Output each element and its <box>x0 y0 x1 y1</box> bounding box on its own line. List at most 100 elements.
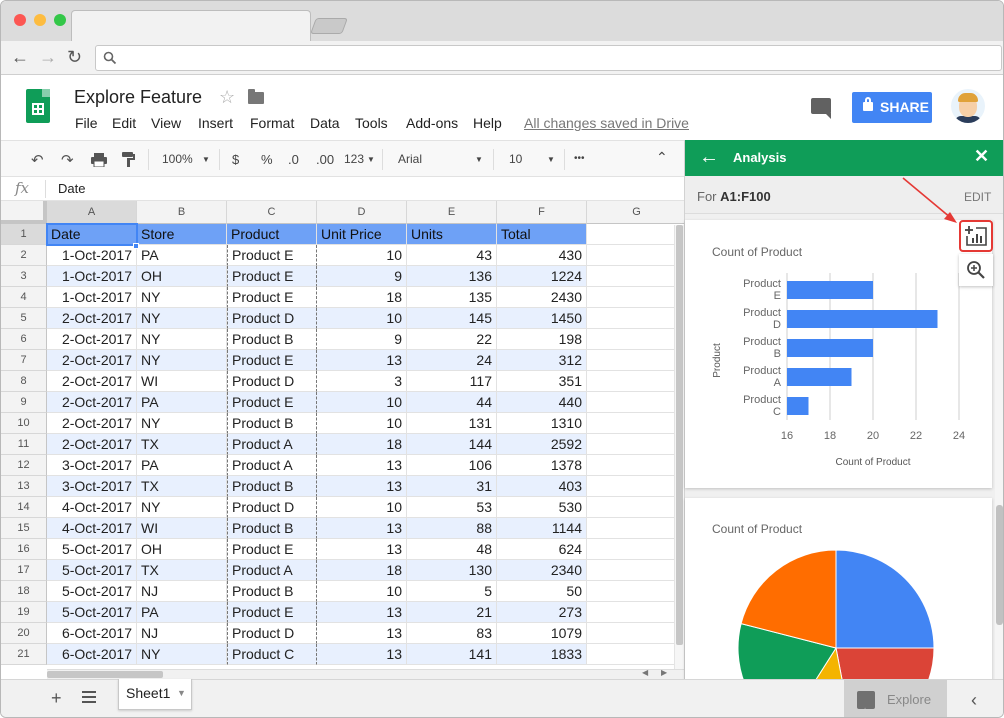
table-cell[interactable]: 3-Oct-2017 <box>47 455 137 476</box>
table-cell[interactable]: 2-Oct-2017 <box>47 308 137 329</box>
table-cell[interactable]: Product B <box>227 329 317 350</box>
table-cell[interactable]: 6-Oct-2017 <box>47 623 137 644</box>
table-cell[interactable]: 13 <box>317 602 407 623</box>
document-title[interactable]: Explore Feature <box>74 87 202 108</box>
table-cell[interactable] <box>587 413 684 434</box>
table-cell[interactable]: 141 <box>407 644 497 665</box>
forward-arrow-icon[interactable]: → <box>39 47 57 67</box>
table-cell[interactable]: NY <box>137 308 227 329</box>
table-cell[interactable]: 1450 <box>497 308 587 329</box>
table-cell[interactable] <box>587 266 684 287</box>
sheets-logo-icon[interactable] <box>26 89 50 123</box>
column-header[interactable]: B <box>137 201 227 224</box>
table-cell[interactable]: 2592 <box>497 434 587 455</box>
table-cell[interactable] <box>587 560 684 581</box>
table-cell[interactable]: 145 <box>407 308 497 329</box>
table-cell[interactable]: 10 <box>317 245 407 266</box>
table-cell[interactable]: NJ <box>137 623 227 644</box>
share-button[interactable]: SHARE <box>852 92 932 123</box>
table-cell[interactable]: 13 <box>317 518 407 539</box>
table-cell[interactable]: 2-Oct-2017 <box>47 434 137 455</box>
collapse-toolbar-icon[interactable]: ⌃ <box>656 149 668 166</box>
formula-input[interactable]: Date <box>58 181 85 196</box>
more-formats-caret-icon[interactable]: ▼ <box>367 155 375 164</box>
column-header[interactable]: D <box>317 201 407 224</box>
table-cell[interactable]: PA <box>137 455 227 476</box>
header-cell[interactable]: Total <box>497 224 587 245</box>
table-cell[interactable]: 2-Oct-2017 <box>47 392 137 413</box>
menu-view[interactable]: View <box>151 115 181 131</box>
row-header[interactable]: 10 <box>1 413 47 434</box>
table-cell[interactable]: 1-Oct-2017 <box>47 287 137 308</box>
table-cell[interactable]: 1144 <box>497 518 587 539</box>
table-cell[interactable]: 13 <box>317 644 407 665</box>
more-toolbar-button[interactable]: ••• <box>574 153 585 164</box>
table-cell[interactable] <box>587 602 684 623</box>
new-tab-button[interactable] <box>310 18 348 34</box>
table-cell[interactable]: 106 <box>407 455 497 476</box>
table-cell[interactable]: 88 <box>407 518 497 539</box>
table-cell[interactable]: PA <box>137 245 227 266</box>
header-cell[interactable] <box>587 224 684 245</box>
insert-chart-button[interactable] <box>959 220 993 252</box>
address-bar[interactable] <box>95 45 1002 71</box>
table-cell[interactable]: Product E <box>227 245 317 266</box>
row-header[interactable]: 16 <box>1 539 47 560</box>
table-cell[interactable]: 351 <box>497 371 587 392</box>
table-cell[interactable]: 624 <box>497 539 587 560</box>
table-cell[interactable]: Product A <box>227 455 317 476</box>
table-cell[interactable]: 131 <box>407 413 497 434</box>
table-cell[interactable]: 18 <box>317 560 407 581</box>
table-cell[interactable]: 9 <box>317 266 407 287</box>
row-header[interactable]: 12 <box>1 455 47 476</box>
table-cell[interactable]: 4-Oct-2017 <box>47 518 137 539</box>
row-header[interactable]: 15 <box>1 518 47 539</box>
table-cell[interactable]: 3-Oct-2017 <box>47 476 137 497</box>
print-icon[interactable] <box>91 153 107 167</box>
table-cell[interactable]: 50 <box>497 581 587 602</box>
table-cell[interactable]: NY <box>137 287 227 308</box>
table-cell[interactable]: OH <box>137 266 227 287</box>
row-header[interactable]: 14 <box>1 497 47 518</box>
header-cell[interactable]: Unit Price <box>317 224 407 245</box>
table-cell[interactable]: 1-Oct-2017 <box>47 245 137 266</box>
increase-decimals-button[interactable]: .00 <box>316 152 334 167</box>
table-cell[interactable]: WI <box>137 371 227 392</box>
table-cell[interactable] <box>587 581 684 602</box>
table-cell[interactable]: 1079 <box>497 623 587 644</box>
undo-icon[interactable]: ↶ <box>31 151 44 169</box>
zoom-caret-icon[interactable]: ▼ <box>202 155 210 164</box>
font-select[interactable]: Arial <box>398 152 422 166</box>
header-cell[interactable]: Date <box>47 224 137 245</box>
row-header[interactable]: 4 <box>1 287 47 308</box>
row-header[interactable]: 21 <box>1 644 47 665</box>
table-cell[interactable]: 2-Oct-2017 <box>47 413 137 434</box>
table-cell[interactable]: Product B <box>227 581 317 602</box>
select-all-corner[interactable] <box>1 201 47 224</box>
table-cell[interactable] <box>587 350 684 371</box>
table-cell[interactable]: 440 <box>497 392 587 413</box>
table-cell[interactable]: 6-Oct-2017 <box>47 644 137 665</box>
table-cell[interactable]: 403 <box>497 476 587 497</box>
row-header[interactable]: 5 <box>1 308 47 329</box>
table-cell[interactable]: TX <box>137 476 227 497</box>
table-cell[interactable] <box>587 245 684 266</box>
table-cell[interactable]: 1310 <box>497 413 587 434</box>
table-cell[interactable]: 18 <box>317 287 407 308</box>
font-size-caret-icon[interactable]: ▼ <box>547 155 555 164</box>
menu-file[interactable]: File <box>75 115 98 131</box>
table-cell[interactable]: PA <box>137 392 227 413</box>
menu-addons[interactable]: Add-ons <box>406 115 458 131</box>
table-cell[interactable] <box>587 371 684 392</box>
table-cell[interactable] <box>587 308 684 329</box>
row-header[interactable]: 2 <box>1 245 47 266</box>
spreadsheet-grid[interactable]: A B C D E F G 1 Date Store Product Unit Price Units T… <box>1 201 684 667</box>
zoom-select[interactable]: 100% <box>162 152 193 166</box>
column-header[interactable]: C <box>227 201 317 224</box>
horizontal-scrollbar[interactable]: ◀ ▶ <box>47 668 684 679</box>
paint-format-icon[interactable] <box>122 152 136 167</box>
row-header[interactable]: 13 <box>1 476 47 497</box>
vertical-scrollbar[interactable] <box>674 225 684 669</box>
table-cell[interactable]: 2430 <box>497 287 587 308</box>
table-cell[interactable]: NY <box>137 413 227 434</box>
